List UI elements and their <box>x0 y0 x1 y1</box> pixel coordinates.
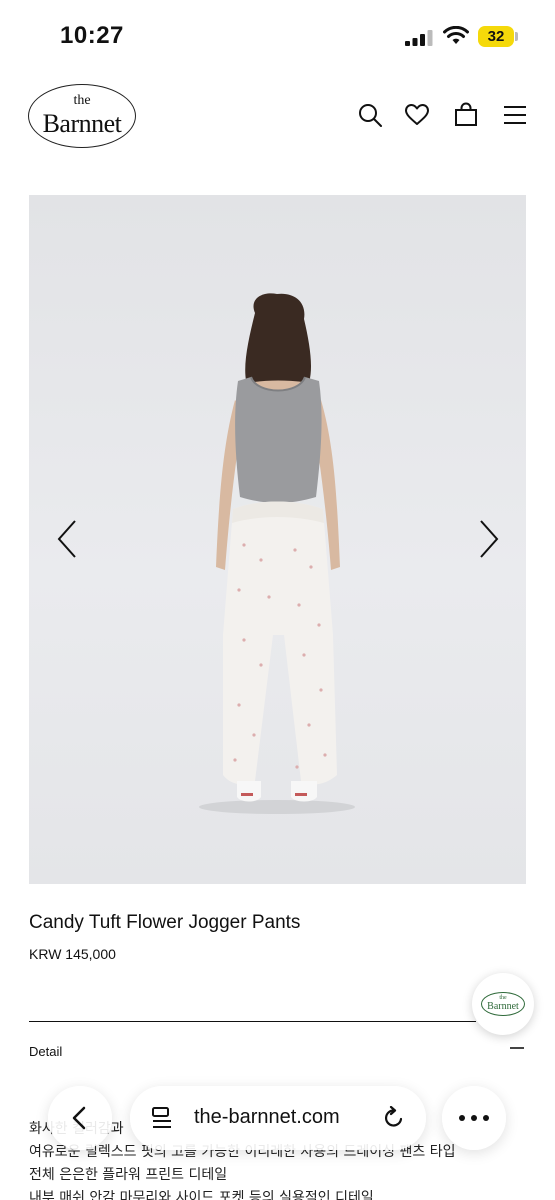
search-icon[interactable] <box>357 102 383 128</box>
battery-cap <box>515 32 518 41</box>
page-menu-icon[interactable] <box>150 1106 174 1130</box>
product-image-carousel[interactable] <box>29 195 526 884</box>
product-photo <box>199 293 355 814</box>
battery-indicator: 32 <box>478 26 514 47</box>
address-bar[interactable]: the-barnnet.com <box>130 1086 426 1150</box>
status-time: 10:27 <box>60 22 124 49</box>
previous-image-arrow-icon[interactable] <box>53 517 83 561</box>
product-price: KRW 145,000 <box>29 946 116 962</box>
logo-the: the <box>73 93 91 108</box>
browser-bottom-bar: the-barnnet.com <box>0 1078 555 1158</box>
floating-brand-logo: the Barnnet <box>481 992 525 1016</box>
reload-icon[interactable] <box>382 1106 406 1130</box>
next-image-arrow-icon[interactable] <box>473 517 503 561</box>
product-name: Candy Tuft Flower Jogger Pants <box>29 912 301 933</box>
browser-more-button[interactable] <box>442 1086 506 1150</box>
logo-name: Barnnet <box>42 109 122 138</box>
menu-icon[interactable] <box>502 102 528 128</box>
detail-line: 전체 은은한 플라워 프린트 디테일 <box>29 1167 228 1183</box>
collapse-icon[interactable] <box>510 1047 524 1049</box>
status-bar: 10:27 32 <box>0 0 555 70</box>
heart-icon[interactable] <box>404 102 430 128</box>
site-header: the Barnnet <box>0 78 555 158</box>
wifi-icon <box>443 26 469 44</box>
detail-line: 내부 매쉬 안감 마무리와 사이드 포켓 등의 실용적인 디테일 <box>29 1190 374 1200</box>
bag-icon[interactable] <box>453 102 479 128</box>
browser-back-button[interactable] <box>48 1086 112 1150</box>
more-dots-icon <box>459 1115 489 1121</box>
section-divider <box>29 1021 476 1022</box>
back-chevron-icon <box>72 1106 86 1130</box>
detail-section-label[interactable]: Detail <box>29 1044 62 1059</box>
floating-logo-name: Barnnet <box>487 1001 519 1012</box>
brand-logo[interactable]: the Barnnet <box>28 84 136 148</box>
url-text: the-barnnet.com <box>194 1106 340 1128</box>
cellular-signal-icon <box>405 30 433 46</box>
floating-brand-button[interactable]: the Barnnet <box>472 973 534 1035</box>
